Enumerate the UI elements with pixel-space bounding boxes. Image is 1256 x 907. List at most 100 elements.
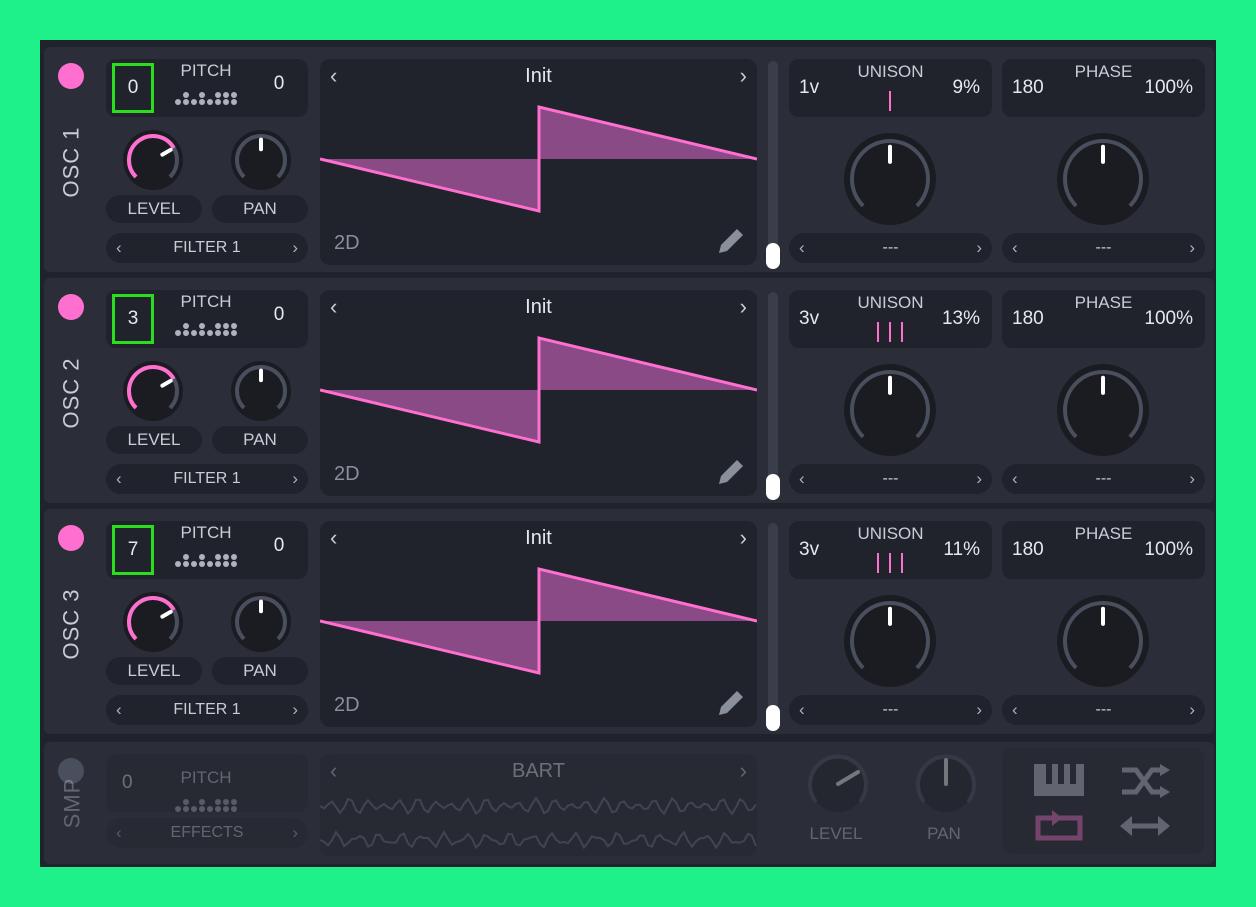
osc-enable-toggle[interactable] — [58, 525, 84, 551]
next-arrow-icon[interactable]: › — [292, 695, 298, 725]
wavetable-display[interactable]: ‹ Init › 2D — [320, 521, 757, 727]
phase-knob[interactable] — [1053, 591, 1153, 696]
dimension-mode[interactable]: 2D — [334, 694, 360, 717]
phase-mod-selector[interactable]: ‹ --- › — [1002, 695, 1205, 725]
unison-box: 1v UNISON 9% — [789, 59, 992, 117]
next-arrow-icon[interactable]: › — [976, 464, 982, 494]
phase-knob[interactable] — [1053, 129, 1153, 234]
shuffle-icon[interactable] — [1118, 762, 1172, 800]
tune-field[interactable]: 0 — [259, 73, 299, 95]
unison-box: 3v UNISON 11% — [789, 521, 992, 579]
oscillator-row-1: OSC 1 0 PITCH 0 LEVEL PAN ‹ FILTER 1 › ‹… — [44, 47, 1214, 272]
transpose-field[interactable]: 0 — [112, 63, 154, 113]
keyboard-icon[interactable] — [1032, 762, 1086, 798]
pencil-icon[interactable] — [713, 685, 749, 721]
next-wavetable-icon[interactable]: › — [740, 525, 747, 551]
phase-knob[interactable] — [1053, 360, 1153, 465]
pitch-label: PITCH — [180, 523, 232, 542]
phase-mod-value: --- — [1095, 701, 1112, 718]
next-arrow-icon[interactable]: › — [976, 695, 982, 725]
level-knob[interactable] — [120, 589, 186, 660]
unison-mod-selector[interactable]: ‹ --- › — [789, 233, 992, 263]
osc-enable-toggle[interactable] — [58, 63, 84, 89]
next-sample-icon[interactable]: › — [740, 758, 747, 784]
filter-selector[interactable]: ‹ FILTER 1 › — [106, 464, 308, 494]
osc-label: OSC 3 — [59, 588, 84, 660]
sampler-transpose[interactable]: 0 — [122, 772, 133, 794]
sampler-effects-selector[interactable]: ‹ EFFECTS › — [106, 818, 308, 848]
pencil-icon[interactable] — [713, 454, 749, 490]
wavetable-name: Init — [525, 296, 552, 318]
pitch-label: PITCH — [180, 61, 232, 80]
wavetable-waveform — [320, 336, 757, 444]
frame-slider-track[interactable] — [768, 61, 778, 269]
wavetable-display[interactable]: ‹ Init › 2D — [320, 290, 757, 496]
osc-enable-toggle[interactable] — [58, 294, 84, 320]
dimension-mode[interactable]: 2D — [334, 232, 360, 255]
sampler-label: SMP — [59, 777, 84, 829]
unison-detune[interactable]: 9% — [953, 77, 980, 99]
phase-mod-selector[interactable]: ‹ --- › — [1002, 464, 1205, 494]
unison-mod-selector[interactable]: ‹ --- › — [789, 695, 992, 725]
filter-selector[interactable]: ‹ FILTER 1 › — [106, 695, 308, 725]
pan-knob[interactable] — [228, 358, 294, 429]
phase-box: 180 PHASE 100% — [1002, 59, 1205, 117]
pencil-icon[interactable] — [713, 223, 749, 259]
frame-slider-track[interactable] — [768, 292, 778, 500]
level-knob[interactable] — [120, 358, 186, 429]
sampler-pan-knob[interactable] — [914, 752, 978, 821]
level-knob[interactable] — [120, 127, 186, 198]
wavetable-display[interactable]: ‹ Init › 2D — [320, 59, 757, 265]
sample-display[interactable]: ‹ BART › — [320, 754, 757, 856]
next-wavetable-icon[interactable]: › — [740, 294, 747, 320]
level-label: LEVEL — [106, 426, 202, 454]
unison-mod-selector[interactable]: ‹ --- › — [789, 464, 992, 494]
sampler-mode-buttons — [1002, 748, 1204, 854]
next-arrow-icon[interactable]: › — [292, 464, 298, 494]
wavetable-name: Init — [525, 527, 552, 549]
loop-icon[interactable] — [1032, 808, 1086, 844]
next-arrow-icon[interactable]: › — [292, 233, 298, 263]
phase-mod-selector[interactable]: ‹ --- › — [1002, 233, 1205, 263]
sampler-pitch-box: 0 PITCH 0 — [106, 754, 346, 812]
dimension-mode[interactable]: 2D — [334, 463, 360, 486]
next-arrow-icon[interactable]: › — [1189, 695, 1195, 725]
oscillator-row-2: OSC 2 3 PITCH 0 LEVEL PAN ‹ FILTER 1 › ‹… — [44, 278, 1214, 503]
filter-label: FILTER 1 — [173, 701, 241, 718]
phase-mod-value: --- — [1095, 239, 1112, 256]
phase-random[interactable]: 100% — [1144, 77, 1193, 99]
pan-label: PAN — [212, 426, 308, 454]
bounce-icon[interactable] — [1118, 812, 1172, 840]
frame-slider-track[interactable] — [768, 523, 778, 731]
tune-field[interactable]: 0 — [259, 535, 299, 557]
unison-detune[interactable]: 13% — [942, 308, 980, 330]
filter-label: FILTER 1 — [173, 470, 241, 487]
sampler-row: SMP 0 PITCH 0 ‹ EFFECTS › ‹ BART › LEVEL… — [44, 742, 1214, 864]
filter-selector[interactable]: ‹ FILTER 1 › — [106, 233, 308, 263]
next-arrow-icon[interactable]: › — [1189, 464, 1195, 494]
pitch-dots — [174, 91, 244, 112]
next-arrow-icon[interactable]: › — [976, 233, 982, 263]
oscillator-row-3: OSC 3 7 PITCH 0 LEVEL PAN ‹ FILTER 1 › ‹… — [44, 509, 1214, 734]
frame-slider-thumb[interactable] — [766, 243, 780, 269]
tune-field[interactable]: 0 — [259, 304, 299, 326]
pan-knob[interactable] — [228, 127, 294, 198]
transpose-field[interactable]: 7 — [112, 525, 154, 575]
unison-knob[interactable] — [840, 591, 940, 696]
phase-random[interactable]: 100% — [1144, 539, 1193, 561]
pitch-dots — [174, 322, 244, 343]
unison-knob[interactable] — [840, 129, 940, 234]
next-arrow-icon[interactable]: › — [1189, 233, 1195, 263]
next-wavetable-icon[interactable]: › — [740, 63, 747, 89]
sampler-level-knob[interactable] — [806, 752, 870, 821]
pan-label: PAN — [212, 657, 308, 685]
frame-slider-thumb[interactable] — [766, 474, 780, 500]
phase-box: 180 PHASE 100% — [1002, 521, 1205, 579]
frame-slider-thumb[interactable] — [766, 705, 780, 731]
transpose-field[interactable]: 3 — [112, 294, 154, 344]
unison-knob[interactable] — [840, 360, 940, 465]
phase-random[interactable]: 100% — [1144, 308, 1193, 330]
pan-knob[interactable] — [228, 589, 294, 660]
unison-detune[interactable]: 11% — [943, 539, 980, 561]
next-arrow-icon[interactable]: › — [292, 818, 298, 848]
